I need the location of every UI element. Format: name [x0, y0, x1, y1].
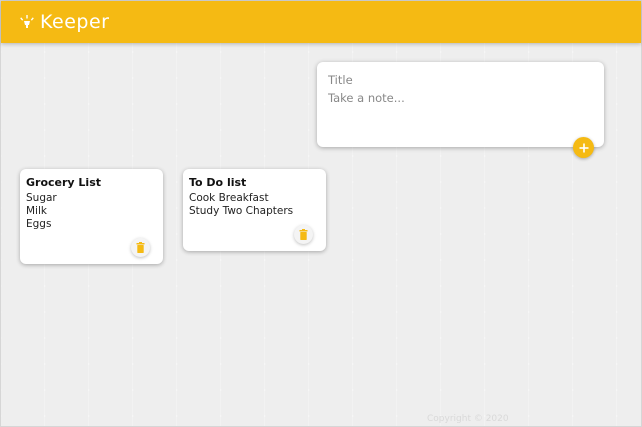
- note-card: Grocery List Sugar Milk Eggs: [20, 169, 163, 264]
- app-title: Keeper: [40, 11, 110, 33]
- app-header: Keeper: [1, 1, 641, 43]
- plus-icon: [579, 138, 589, 157]
- note-content: Cook Breakfast Study Two Chapters: [189, 192, 294, 217]
- note-title: To Do list: [189, 176, 247, 189]
- add-note-button[interactable]: [573, 137, 594, 158]
- highlight-icon: [20, 14, 34, 30]
- delete-note-button[interactable]: [294, 225, 313, 244]
- trash-icon: [299, 225, 308, 244]
- note-content: Sugar Milk Eggs: [26, 192, 57, 230]
- footer-copyright: Copyright © 2020: [427, 414, 509, 424]
- note-title: Grocery List: [26, 176, 102, 189]
- delete-note-button[interactable]: [131, 238, 150, 257]
- note-card: To Do list Cook Breakfast Study Two Chap…: [183, 169, 326, 251]
- trash-icon: [136, 238, 145, 257]
- note-title-input[interactable]: [328, 72, 588, 88]
- create-note-form: [317, 62, 604, 147]
- note-content-input[interactable]: [328, 91, 588, 131]
